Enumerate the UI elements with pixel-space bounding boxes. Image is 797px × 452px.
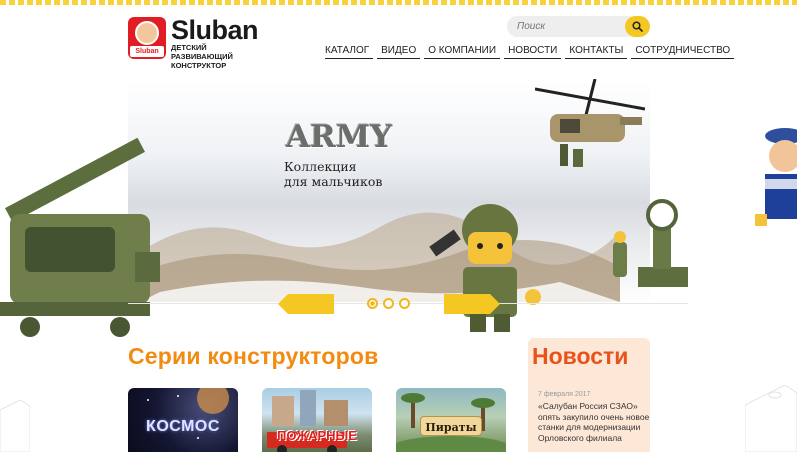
search-button[interactable] [625, 16, 650, 37]
brand-name: Sluban [171, 15, 259, 45]
army-helicopter-left-image [0, 137, 160, 337]
sailor-minifigure-image [755, 128, 797, 226]
search-icon [632, 21, 643, 32]
series-card-pirates[interactable]: Пираты [396, 388, 506, 452]
decorative-brick-outline [745, 385, 797, 452]
camo-helicopter-image [535, 79, 645, 167]
nav-item-news[interactable]: НОВОСТИ [504, 45, 562, 59]
decorative-brick-outline [0, 400, 30, 452]
army-radar-tower-image [613, 199, 688, 287]
banner-subtitle: Коллекция для мальчиков [284, 159, 382, 189]
series-section-title: Серии конструкторов [128, 343, 379, 369]
brand-tagline: ДЕТСКИЙ РАЗВИВАЮЩИЙ КОНСТРУКТОР [171, 43, 233, 70]
series-card-label: ПОЖАРНЫЕ [277, 428, 357, 443]
slider-dot-2[interactable] [383, 298, 394, 309]
slider-prev-arrow-icon[interactable] [278, 294, 334, 314]
slider-next-arrow-icon[interactable] [444, 294, 500, 314]
nav-item-video[interactable]: ВИДЕО [377, 45, 421, 59]
search-bar [507, 16, 650, 37]
banner-title: ARMY [286, 119, 393, 155]
nav-item-about[interactable]: О КОМПАНИИ [424, 45, 501, 59]
slider-dots [367, 298, 410, 309]
series-card-label: КОСМОС [146, 418, 220, 435]
logo-badge-text: Sluban [130, 46, 164, 57]
news-item-date: 7 февраля 2017 [538, 391, 591, 398]
nav-item-contacts[interactable]: КОНТАКТЫ [565, 45, 628, 59]
series-card-fire[interactable]: ПОЖАРНЫЕ [262, 388, 372, 452]
search-input[interactable] [507, 16, 631, 37]
nav-item-cooperation[interactable]: СОТРУДНИЧЕСТВО [631, 45, 735, 59]
logo-mascot-icon: Sluban [128, 17, 166, 59]
main-navigation: КАТАЛОГ ВИДЕО О КОМПАНИИ НОВОСТИ КОНТАКТ… [325, 45, 738, 59]
news-section-title: Новости [532, 343, 629, 369]
slider-dot-1[interactable] [367, 298, 378, 309]
series-card-space[interactable]: КОСМОС [128, 388, 238, 452]
banner-subtitle-line1: Коллекция [284, 159, 357, 174]
slider-dot-3[interactable] [399, 298, 410, 309]
series-card-label: Пираты [425, 421, 477, 434]
site-logo[interactable]: Sluban Sluban ДЕТСКИЙ РАЗВИВАЮЩИЙ КОНСТР… [128, 17, 269, 70]
banner-subtitle-line2: для мальчиков [284, 174, 383, 189]
news-item-link[interactable]: «Салубан Россия СЗАО» опять закупило оче… [538, 401, 650, 443]
top-decorative-stripe [0, 0, 797, 5]
nav-item-catalog[interactable]: КАТАЛОГ [325, 45, 374, 59]
